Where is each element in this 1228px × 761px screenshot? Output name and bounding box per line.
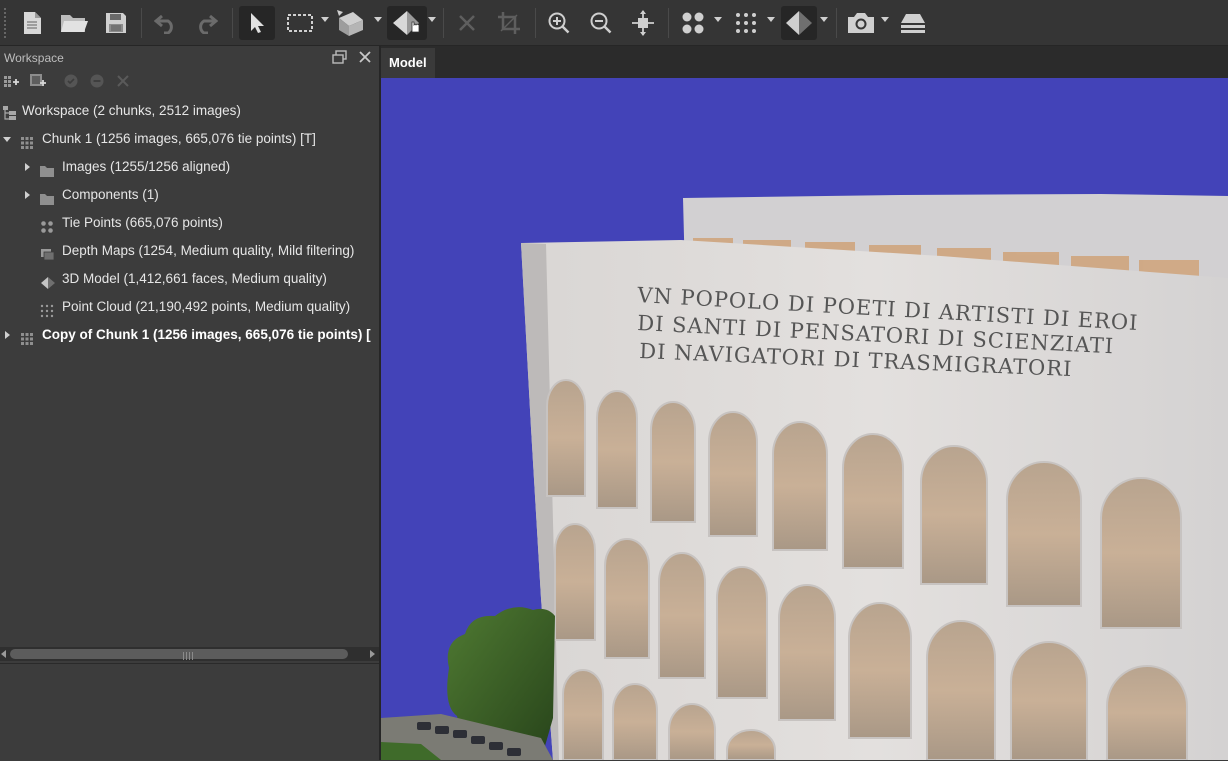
tie-points-view-icon[interactable]	[676, 6, 710, 40]
scroll-right-arrow-icon[interactable]	[370, 650, 375, 658]
tree-item-label: Depth Maps (1254, Medium quality, Mild f…	[62, 243, 355, 258]
undo-icon[interactable]	[150, 6, 182, 40]
tree-item-label: Point Cloud (21,190,492 points, Medium q…	[62, 299, 351, 314]
3d-model-render: VN POPOLO DI POETI DI ARTISTI DI EROI DI…	[381, 194, 1228, 760]
model-viewport[interactable]: VN POPOLO DI POETI DI ARTISTI DI EROI DI…	[381, 78, 1228, 760]
horizontal-scrollbar[interactable]	[0, 647, 380, 661]
scrollbar-thumb[interactable]	[10, 649, 348, 660]
tree-item-chunk-1[interactable]: Chunk 1 (1256 images, 665,076 tie points…	[0, 125, 380, 153]
rectangle-selection-icon[interactable]	[282, 6, 318, 40]
layers-icon[interactable]	[896, 6, 930, 40]
model-navigation-icon[interactable]	[387, 6, 427, 40]
redo-icon[interactable]	[190, 6, 222, 40]
add-chunk-icon[interactable]	[3, 73, 19, 94]
tree-item-label: Chunk 1 (1256 images, 665,076 tie points…	[42, 131, 316, 146]
scroll-left-arrow-icon[interactable]	[1, 650, 6, 658]
workspace-panel: Workspace Workspace (2 chunks, 2512 imag…	[0, 46, 380, 761]
add-photos-icon[interactable]	[29, 73, 47, 94]
close-panel-icon[interactable]	[358, 50, 372, 69]
navigation-arrow-icon[interactable]	[239, 6, 275, 40]
tree-item-point-cloud[interactable]: Point Cloud (21,190,492 points, Medium q…	[0, 293, 380, 321]
chunk-icon	[20, 328, 34, 356]
view-tab-bar: Model	[381, 46, 1228, 78]
open-folder-icon[interactable]	[56, 6, 92, 40]
transform-dropdown-caret[interactable]	[374, 17, 382, 22]
tree-item-workspace[interactable]: Workspace (2 chunks, 2512 images)	[0, 97, 380, 125]
tree-item-label: Copy of Chunk 1 (1256 images, 665,076 ti…	[42, 327, 371, 342]
zoom-in-icon[interactable]	[543, 6, 575, 40]
expand-arrow-icon[interactable]	[25, 163, 30, 171]
delete-selection-icon[interactable]	[452, 6, 482, 40]
camera-dropdown-caret[interactable]	[881, 17, 889, 22]
tree-item-tie-points[interactable]: Tie Points (665,076 points)	[0, 209, 380, 237]
collapse-arrow-icon[interactable]	[3, 137, 11, 142]
crop-selection-icon[interactable]	[494, 6, 524, 40]
camera-icon[interactable]	[844, 6, 878, 40]
selection-dropdown-caret[interactable]	[321, 17, 329, 22]
disable-item-icon[interactable]	[89, 73, 105, 94]
expand-arrow-icon[interactable]	[25, 191, 30, 199]
tree-item-3d-model[interactable]: 3D Model (1,412,661 faces, Medium qualit…	[0, 265, 380, 293]
tab-model[interactable]: Model	[381, 48, 435, 78]
toolbar-grip[interactable]	[4, 8, 6, 38]
workspace-tree: Workspace (2 chunks, 2512 images) Chunk …	[0, 97, 380, 645]
save-icon[interactable]	[100, 6, 132, 40]
tree-item-components[interactable]: Components (1)	[0, 181, 380, 209]
main-toolbar	[0, 0, 1228, 46]
model-shaded-view-icon[interactable]	[781, 6, 817, 40]
tree-item-label: Images (1255/1256 aligned)	[62, 159, 231, 174]
tree-item-chunk-copy[interactable]: Copy of Chunk 1 (1256 images, 665,076 ti…	[0, 321, 380, 349]
workspace-empty-area	[0, 663, 380, 761]
model-view-dropdown-caret[interactable]	[820, 17, 828, 22]
workspace-panel-title: Workspace	[4, 51, 64, 65]
new-project-icon[interactable]	[16, 6, 48, 40]
reset-view-icon[interactable]	[627, 6, 659, 40]
zoom-out-icon[interactable]	[585, 6, 617, 40]
point-cloud-view-icon[interactable]	[730, 6, 762, 40]
remove-item-icon[interactable]	[116, 73, 130, 94]
tree-item-label: Components (1)	[62, 187, 159, 202]
tie-points-dropdown-caret[interactable]	[714, 17, 722, 22]
expand-arrow-icon[interactable]	[5, 331, 10, 339]
tree-item-label: Tie Points (665,076 points)	[62, 215, 223, 230]
tree-item-label: Workspace (2 chunks, 2512 images)	[22, 103, 241, 118]
point-cloud-dropdown-caret[interactable]	[767, 17, 775, 22]
tree-item-label: 3D Model (1,412,661 faces, Medium qualit…	[62, 271, 327, 286]
navigation-dropdown-caret[interactable]	[428, 17, 436, 22]
tree-item-images[interactable]: Images (1255/1256 aligned)	[0, 153, 380, 181]
workspace-toolbar	[0, 70, 380, 94]
undock-panel-icon[interactable]	[332, 50, 348, 69]
transform-object-icon[interactable]	[332, 6, 372, 40]
tree-item-depth-maps[interactable]: Depth Maps (1254, Medium quality, Mild f…	[0, 237, 380, 265]
enable-item-icon[interactable]	[63, 73, 79, 94]
